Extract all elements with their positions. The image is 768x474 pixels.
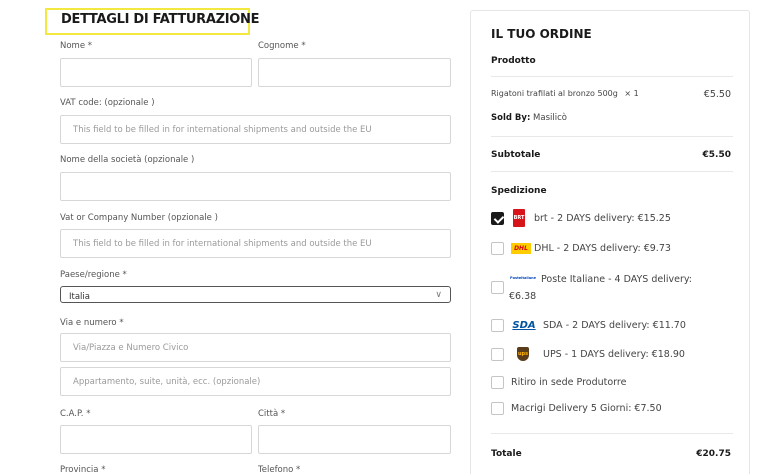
sold-by-label: Sold By:	[491, 113, 531, 123]
street-field[interactable]: Via/Piazza e Numero Civico	[60, 333, 451, 362]
dhl-logo-icon: DHL	[511, 243, 531, 254]
total-label: Totale	[491, 449, 522, 459]
total-value: €20.75	[696, 449, 731, 459]
shipping-label-ups: UPS - 1 DAYS delivery: €18.90	[543, 349, 685, 360]
vat-field[interactable]: This field to be filled in for internati…	[60, 115, 451, 144]
product-name: Rigatoni trafilati al bronzo 500g × 1	[491, 89, 639, 98]
divider	[491, 136, 733, 137]
shipping-label-poste: Poste Italiane - 4 DAYS delivery:	[541, 274, 693, 285]
shipping-radio[interactable]	[491, 402, 504, 415]
company-field[interactable]	[60, 172, 451, 201]
shipping-option-sda[interactable]: SDA SDA - 2 DAYS delivery: €11.70	[491, 316, 741, 336]
billing-title: DETTAGLI DI FATTURAZIONE	[61, 12, 260, 27]
shipping-label: Spedizione	[491, 186, 547, 196]
city-field[interactable]	[258, 425, 451, 454]
subtotal-value: €5.50	[702, 150, 731, 160]
shipping-option-poste[interactable]: Posteitaliane Poste Italiane - 4 DAYS de…	[491, 273, 741, 309]
shipping-label-pickup: Ritiro in sede Produtorre	[511, 377, 627, 388]
shipping-option-pickup[interactable]: Ritiro in sede Produtorre	[491, 373, 741, 393]
province-label: Provincia *	[60, 465, 106, 474]
zip-field[interactable]	[60, 425, 252, 454]
shipping-radio-checked[interactable]	[491, 212, 504, 225]
product-qty: × 1	[624, 89, 639, 98]
shipping-radio[interactable]	[491, 242, 504, 255]
product-price: €5.50	[703, 89, 731, 100]
divider	[491, 433, 733, 434]
divider	[491, 171, 733, 172]
shipping-radio[interactable]	[491, 281, 504, 294]
order-title: IL TUO ORDINE	[491, 27, 592, 41]
ups-logo-icon: ups	[517, 347, 529, 361]
vat-placeholder: This field to be filled in for internati…	[73, 125, 372, 135]
company-number-placeholder: This field to be filled in for internati…	[73, 239, 372, 249]
product-name-text: Rigatoni trafilati al bronzo 500g	[491, 89, 618, 98]
country-select[interactable]: Italia ∨	[60, 286, 451, 303]
phone-label: Telefono *	[258, 465, 301, 474]
shipping-label-macrigi: Macrigi Delivery 5 Giorni: €7.50	[511, 403, 662, 414]
product-header: Prodotto	[491, 56, 536, 66]
first-name-label: Nome *	[60, 41, 93, 51]
shipping-radio[interactable]	[491, 348, 504, 361]
shipping-option-brt[interactable]: BRT brt - 2 DAYS delivery: €15.25	[491, 209, 741, 229]
divider	[491, 76, 733, 77]
shipping-radio[interactable]	[491, 319, 504, 332]
city-label: Città *	[258, 409, 286, 419]
street-placeholder: Via/Piazza e Numero Civico	[73, 343, 189, 353]
company-number-label: Vat or Company Number (opzionale )	[60, 213, 218, 223]
vat-label: VAT code: (opzionale )	[60, 98, 155, 108]
poste-italiane-logo-icon: Posteitaliane	[510, 276, 536, 280]
street-label: Via e numero *	[60, 318, 124, 328]
shipping-label-dhl: DHL - 2 DAYS delivery: €9.73	[534, 243, 671, 254]
shipping-label-brt: brt - 2 DAYS delivery: €15.25	[534, 213, 671, 224]
shipping-label-poste-price: €6.38	[509, 291, 537, 302]
first-name-field[interactable]	[60, 58, 252, 87]
company-number-field[interactable]: This field to be filled in for internati…	[60, 229, 451, 258]
shipping-radio[interactable]	[491, 376, 504, 389]
last-name-field[interactable]	[258, 58, 451, 87]
zip-label: C.A.P. *	[60, 409, 91, 419]
order-summary-panel: IL TUO ORDINE Prodotto Rigatoni trafilat…	[470, 10, 750, 474]
sold-by-value: Masilicò	[533, 113, 567, 123]
sold-by: Sold By: Masilicò	[491, 113, 567, 123]
last-name-label: Cognome *	[258, 41, 306, 51]
shipping-label-sda: SDA - 2 DAYS delivery: €11.70	[543, 320, 686, 331]
country-value: Italia	[69, 292, 90, 302]
sda-logo-icon: SDA	[512, 319, 536, 331]
shipping-option-dhl[interactable]: DHL DHL - 2 DAYS delivery: €9.73	[491, 239, 741, 259]
subtotal-label: Subtotale	[491, 150, 541, 160]
company-label: Nome della società (opzionale )	[60, 155, 195, 165]
shipping-option-ups[interactable]: ups UPS - 1 DAYS delivery: €18.90	[491, 345, 741, 365]
brt-logo-icon: BRT	[513, 209, 525, 227]
apartment-field[interactable]: Appartamento, suite, unità, ecc. (opzion…	[60, 367, 451, 396]
apartment-placeholder: Appartamento, suite, unità, ecc. (opzion…	[73, 377, 261, 387]
shipping-option-macrigi[interactable]: Macrigi Delivery 5 Giorni: €7.50	[491, 399, 741, 419]
country-label: Paese/regione *	[60, 270, 127, 280]
chevron-down-icon: ∨	[435, 290, 442, 300]
